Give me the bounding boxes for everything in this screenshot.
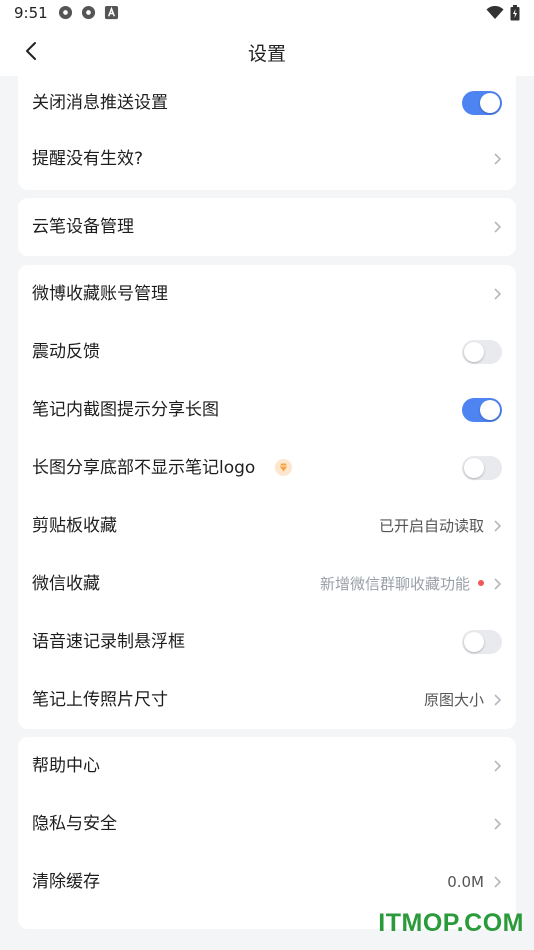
voice-float-row[interactable]: 语音速记录制悬浮框	[18, 613, 516, 671]
row-value: 0.0M	[447, 873, 484, 891]
settings-gear-icon	[58, 5, 73, 20]
chevron-right-icon	[494, 876, 502, 888]
weibo-account-row[interactable]: 微博收藏账号管理	[18, 265, 516, 323]
status-bar: 9:51	[0, 0, 534, 26]
chevron-right-icon	[494, 221, 502, 233]
row-label: 微信收藏	[32, 574, 100, 594]
row-label: 隐私与安全	[32, 814, 117, 834]
row-label: 笔记上传照片尺寸	[32, 690, 168, 710]
general-settings-card: 微博收藏账号管理 震动反馈 笔记内截图提示分享长图 长图分享底部不显示笔记log…	[18, 265, 516, 729]
pen-device-card: 云笔设备管理	[18, 198, 516, 256]
app-a-icon	[104, 5, 119, 20]
watermark-text: ITMOP.COM	[378, 909, 524, 937]
help-privacy-card: 帮助中心 隐私与安全 清除缓存 0.0M	[18, 737, 516, 929]
wechat-collect-row[interactable]: 微信收藏 新增微信群聊收藏功能	[18, 555, 516, 613]
row-label: 云笔设备管理	[32, 217, 134, 237]
new-badge-dot	[478, 580, 484, 586]
chevron-right-icon	[494, 288, 502, 300]
row-value: 新增微信群聊收藏功能	[319, 575, 470, 593]
chevron-right-icon	[494, 694, 502, 706]
chevron-right-icon	[494, 578, 502, 590]
row-label: 清除缓存	[32, 872, 100, 892]
clear-cache-row[interactable]: 清除缓存 0.0M	[18, 853, 516, 911]
row-label: 震动反馈	[32, 342, 100, 362]
screenshot-share-toggle[interactable]	[462, 398, 502, 422]
hide-logo-row[interactable]: 长图分享底部不显示笔记logo	[18, 439, 516, 497]
row-label: 关闭消息推送设置	[32, 93, 168, 113]
pen-device-management-row[interactable]: 云笔设备管理	[18, 198, 516, 256]
row-label: 语音速记录制悬浮框	[32, 632, 185, 652]
vibration-feedback-toggle[interactable]	[462, 340, 502, 364]
help-center-row[interactable]: 帮助中心	[18, 737, 516, 795]
page-title: 设置	[247, 43, 286, 65]
row-label: 提醒没有生效?	[32, 149, 144, 169]
notification-settings-card: 关闭消息推送设置 提醒没有生效?	[18, 76, 516, 190]
diamond-icon	[275, 459, 292, 476]
row-label: 微博收藏账号管理	[32, 284, 168, 304]
privacy-security-row[interactable]: 隐私与安全	[18, 795, 516, 853]
chevron-right-icon	[494, 153, 502, 165]
screenshot-share-row[interactable]: 笔记内截图提示分享长图	[18, 381, 516, 439]
photo-size-row[interactable]: 笔记上传照片尺寸 原图大小	[18, 671, 516, 729]
row-label: 长图分享底部不显示笔记logo	[32, 458, 256, 478]
push-notification-toggle[interactable]	[462, 91, 502, 115]
status-notification-icons	[58, 5, 119, 20]
row-label: 笔记内截图提示分享长图	[32, 400, 219, 420]
chevron-right-icon	[494, 818, 502, 830]
row-value: 已开启自动读取	[378, 517, 484, 535]
battery-icon	[510, 5, 520, 21]
settings-gear-icon	[81, 5, 96, 20]
status-system-icons	[486, 5, 520, 21]
row-label: 剪贴板收藏	[32, 516, 117, 536]
voice-float-toggle[interactable]	[462, 630, 502, 654]
clipboard-collect-row[interactable]: 剪贴板收藏 已开启自动读取	[18, 497, 516, 555]
push-notification-row[interactable]: 关闭消息推送设置	[18, 76, 516, 130]
row-value: 原图大小	[423, 691, 484, 709]
row-label: 帮助中心	[32, 756, 100, 776]
reminder-not-working-row[interactable]: 提醒没有生效?	[18, 130, 516, 188]
app-header: 设置	[0, 26, 534, 76]
status-time: 9:51	[14, 4, 48, 22]
chevron-right-icon	[494, 520, 502, 532]
wifi-icon	[486, 6, 504, 19]
vibration-feedback-row[interactable]: 震动反馈	[18, 323, 516, 381]
hide-logo-toggle[interactable]	[462, 456, 502, 480]
chevron-right-icon	[494, 760, 502, 772]
